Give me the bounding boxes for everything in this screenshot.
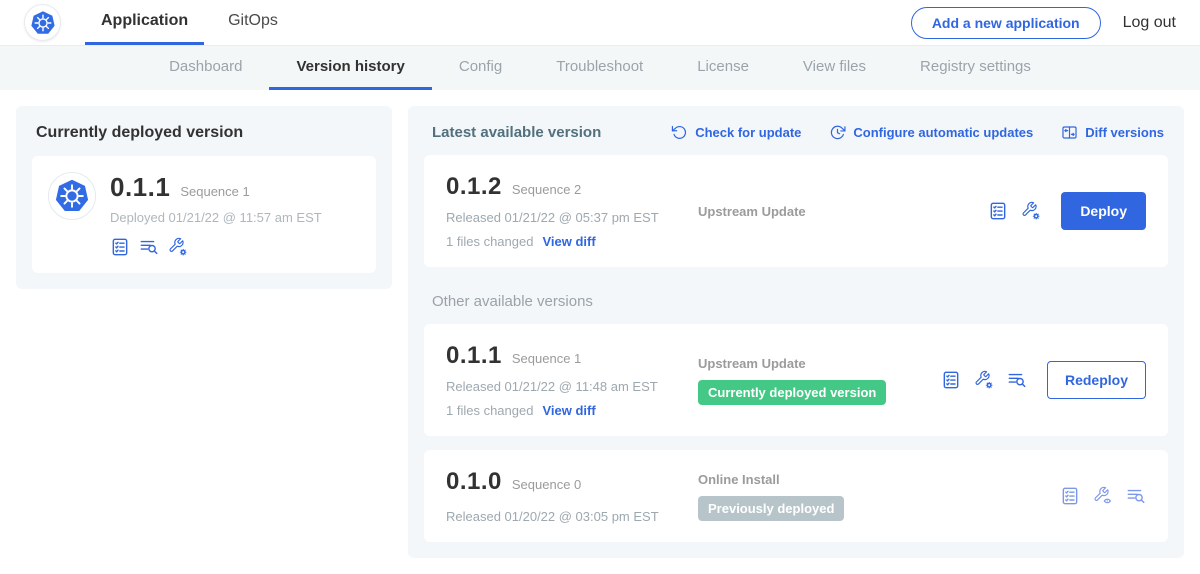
subnav-item-version-history[interactable]: Version history (269, 46, 431, 90)
edit-config-wrench-icon[interactable] (974, 370, 994, 390)
subnav: Dashboard Version history Config Trouble… (0, 45, 1200, 90)
version-number: 0.1.0 (446, 468, 502, 496)
tab-application[interactable]: Application (85, 0, 204, 45)
diff-versions-label: Diff versions (1085, 125, 1164, 140)
version-row-0-1-1: 0.1.1 Sequence 1 Released 01/21/22 @ 11:… (424, 324, 1168, 436)
subnav-item-view-files[interactable]: View files (776, 46, 893, 90)
preflight-checklist-icon[interactable] (988, 201, 1008, 221)
view-diff-link[interactable]: View diff (542, 403, 595, 418)
preflight-checklist-icon[interactable] (941, 370, 961, 390)
preflight-checklist-icon[interactable] (110, 237, 130, 257)
version-row-0-1-0: 0.1.0 Sequence 0 Released 01/20/22 @ 03:… (424, 450, 1168, 542)
preflight-checklist-icon[interactable] (1060, 486, 1080, 506)
tab-gitops[interactable]: GitOps (212, 0, 294, 45)
sequence-label: Sequence 0 (512, 477, 581, 492)
currently-deployed-badge: Currently deployed version (698, 380, 886, 405)
edit-config-wrench-icon[interactable] (1021, 201, 1041, 221)
subnav-item-troubleshoot[interactable]: Troubleshoot (529, 46, 670, 90)
subnav-item-dashboard[interactable]: Dashboard (142, 46, 269, 90)
kubernetes-logo-icon (24, 4, 61, 41)
release-notes-search-icon[interactable] (1007, 370, 1027, 390)
app-kubernetes-icon (48, 172, 96, 220)
deployed-version-number: 0.1.1 (110, 172, 170, 203)
view-config-wrench-icon[interactable] (1093, 486, 1113, 506)
subnav-item-registry-settings[interactable]: Registry settings (893, 46, 1058, 90)
sequence-label: Sequence 2 (512, 182, 581, 197)
header-actions: Add a new application Log out (911, 0, 1176, 45)
versions-panel: Latest available version Check for updat… (408, 106, 1184, 558)
released-timestamp: Released 01/21/22 @ 05:37 pm EST (446, 210, 698, 225)
clock-refresh-icon (829, 124, 846, 141)
configure-automatic-updates-link[interactable]: Configure automatic updates (829, 124, 1033, 141)
deployed-sequence-label: Sequence 1 (180, 184, 249, 199)
currently-deployed-title: Currently deployed version (36, 124, 376, 142)
released-timestamp: Released 01/20/22 @ 03:05 pm EST (446, 509, 698, 524)
version-row-0-1-2: 0.1.2 Sequence 2 Released 01/21/22 @ 05:… (424, 155, 1168, 267)
version-number: 0.1.1 (446, 342, 502, 370)
sequence-label: Sequence 1 (512, 351, 581, 366)
version-source-label: Upstream Update (698, 356, 931, 371)
header-tabs: Application GitOps (85, 0, 294, 45)
subnav-item-config[interactable]: Config (432, 46, 529, 90)
diff-versions-link[interactable]: Diff versions (1061, 124, 1164, 141)
edit-config-wrench-icon[interactable] (168, 237, 188, 257)
release-notes-search-icon[interactable] (1126, 486, 1146, 506)
configure-updates-label: Configure automatic updates (853, 125, 1033, 140)
version-source-label: Online Install (698, 472, 1050, 487)
released-timestamp: Released 01/21/22 @ 11:48 am EST (446, 379, 698, 394)
previously-deployed-badge: Previously deployed (698, 496, 844, 521)
refresh-icon (671, 124, 688, 141)
version-source-label: Upstream Update (698, 204, 978, 219)
logout-button[interactable]: Log out (1123, 14, 1176, 32)
deployed-version-card: 0.1.1 Sequence 1 Deployed 01/21/22 @ 11:… (32, 156, 376, 273)
version-number: 0.1.2 (446, 173, 502, 201)
subnav-item-license[interactable]: License (670, 46, 776, 90)
deploy-button[interactable]: Deploy (1061, 192, 1146, 230)
main-content: Currently deployed version 0.1.1 Sequenc… (0, 90, 1200, 574)
check-for-update-link[interactable]: Check for update (671, 124, 801, 141)
view-diff-link[interactable]: View diff (542, 234, 595, 249)
redeploy-button[interactable]: Redeploy (1047, 361, 1146, 399)
diff-table-icon (1061, 124, 1078, 141)
check-for-update-label: Check for update (695, 125, 801, 140)
other-versions-title: Other available versions (432, 293, 1168, 310)
files-changed-label: 1 files changed (446, 234, 533, 249)
files-changed-label: 1 files changed (446, 403, 533, 418)
latest-version-title: Latest available version (432, 124, 601, 141)
add-application-button[interactable]: Add a new application (911, 7, 1101, 39)
app-header: Application GitOps Add a new application… (0, 0, 1200, 45)
release-notes-search-icon[interactable] (139, 237, 159, 257)
deployed-timestamp: Deployed 01/21/22 @ 11:57 am EST (110, 210, 322, 225)
currently-deployed-panel: Currently deployed version 0.1.1 Sequenc… (16, 106, 392, 289)
